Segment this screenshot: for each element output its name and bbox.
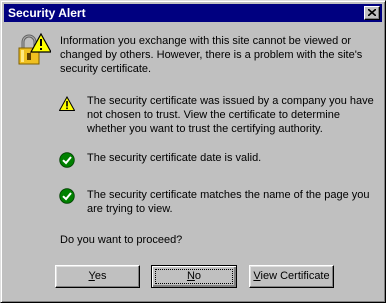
warning-lock-icon (18, 32, 51, 65)
view-certificate-button[interactable]: View Certificate (249, 265, 334, 288)
check-icon (59, 188, 75, 204)
security-alert-dialog: Security Alert Information you exchange … (0, 0, 386, 303)
yes-button[interactable]: Yes (55, 265, 140, 288)
dialog-title: Security Alert (8, 6, 86, 20)
no-button[interactable]: No (151, 265, 237, 288)
warning-icon (59, 96, 75, 111)
check-icon (59, 152, 75, 168)
proceed-question: Do you want to proceed? (60, 234, 183, 246)
intro-text: Information you exchange with this site … (60, 35, 363, 75)
yes-label: es (94, 270, 107, 282)
view-certificate-label: iew Certificate (260, 270, 330, 282)
name-matches-message: The security certificate matches the nam… (87, 189, 370, 215)
date-valid-message: The security certificate date is valid. (87, 152, 262, 164)
view-accelerator: V (253, 270, 261, 282)
title-bar[interactable]: Security Alert (4, 4, 382, 22)
close-icon (368, 9, 376, 16)
focus-rect (155, 269, 233, 284)
close-button[interactable] (364, 6, 380, 20)
untrusted-issuer-message: The security certificate was issued by a… (87, 95, 374, 135)
